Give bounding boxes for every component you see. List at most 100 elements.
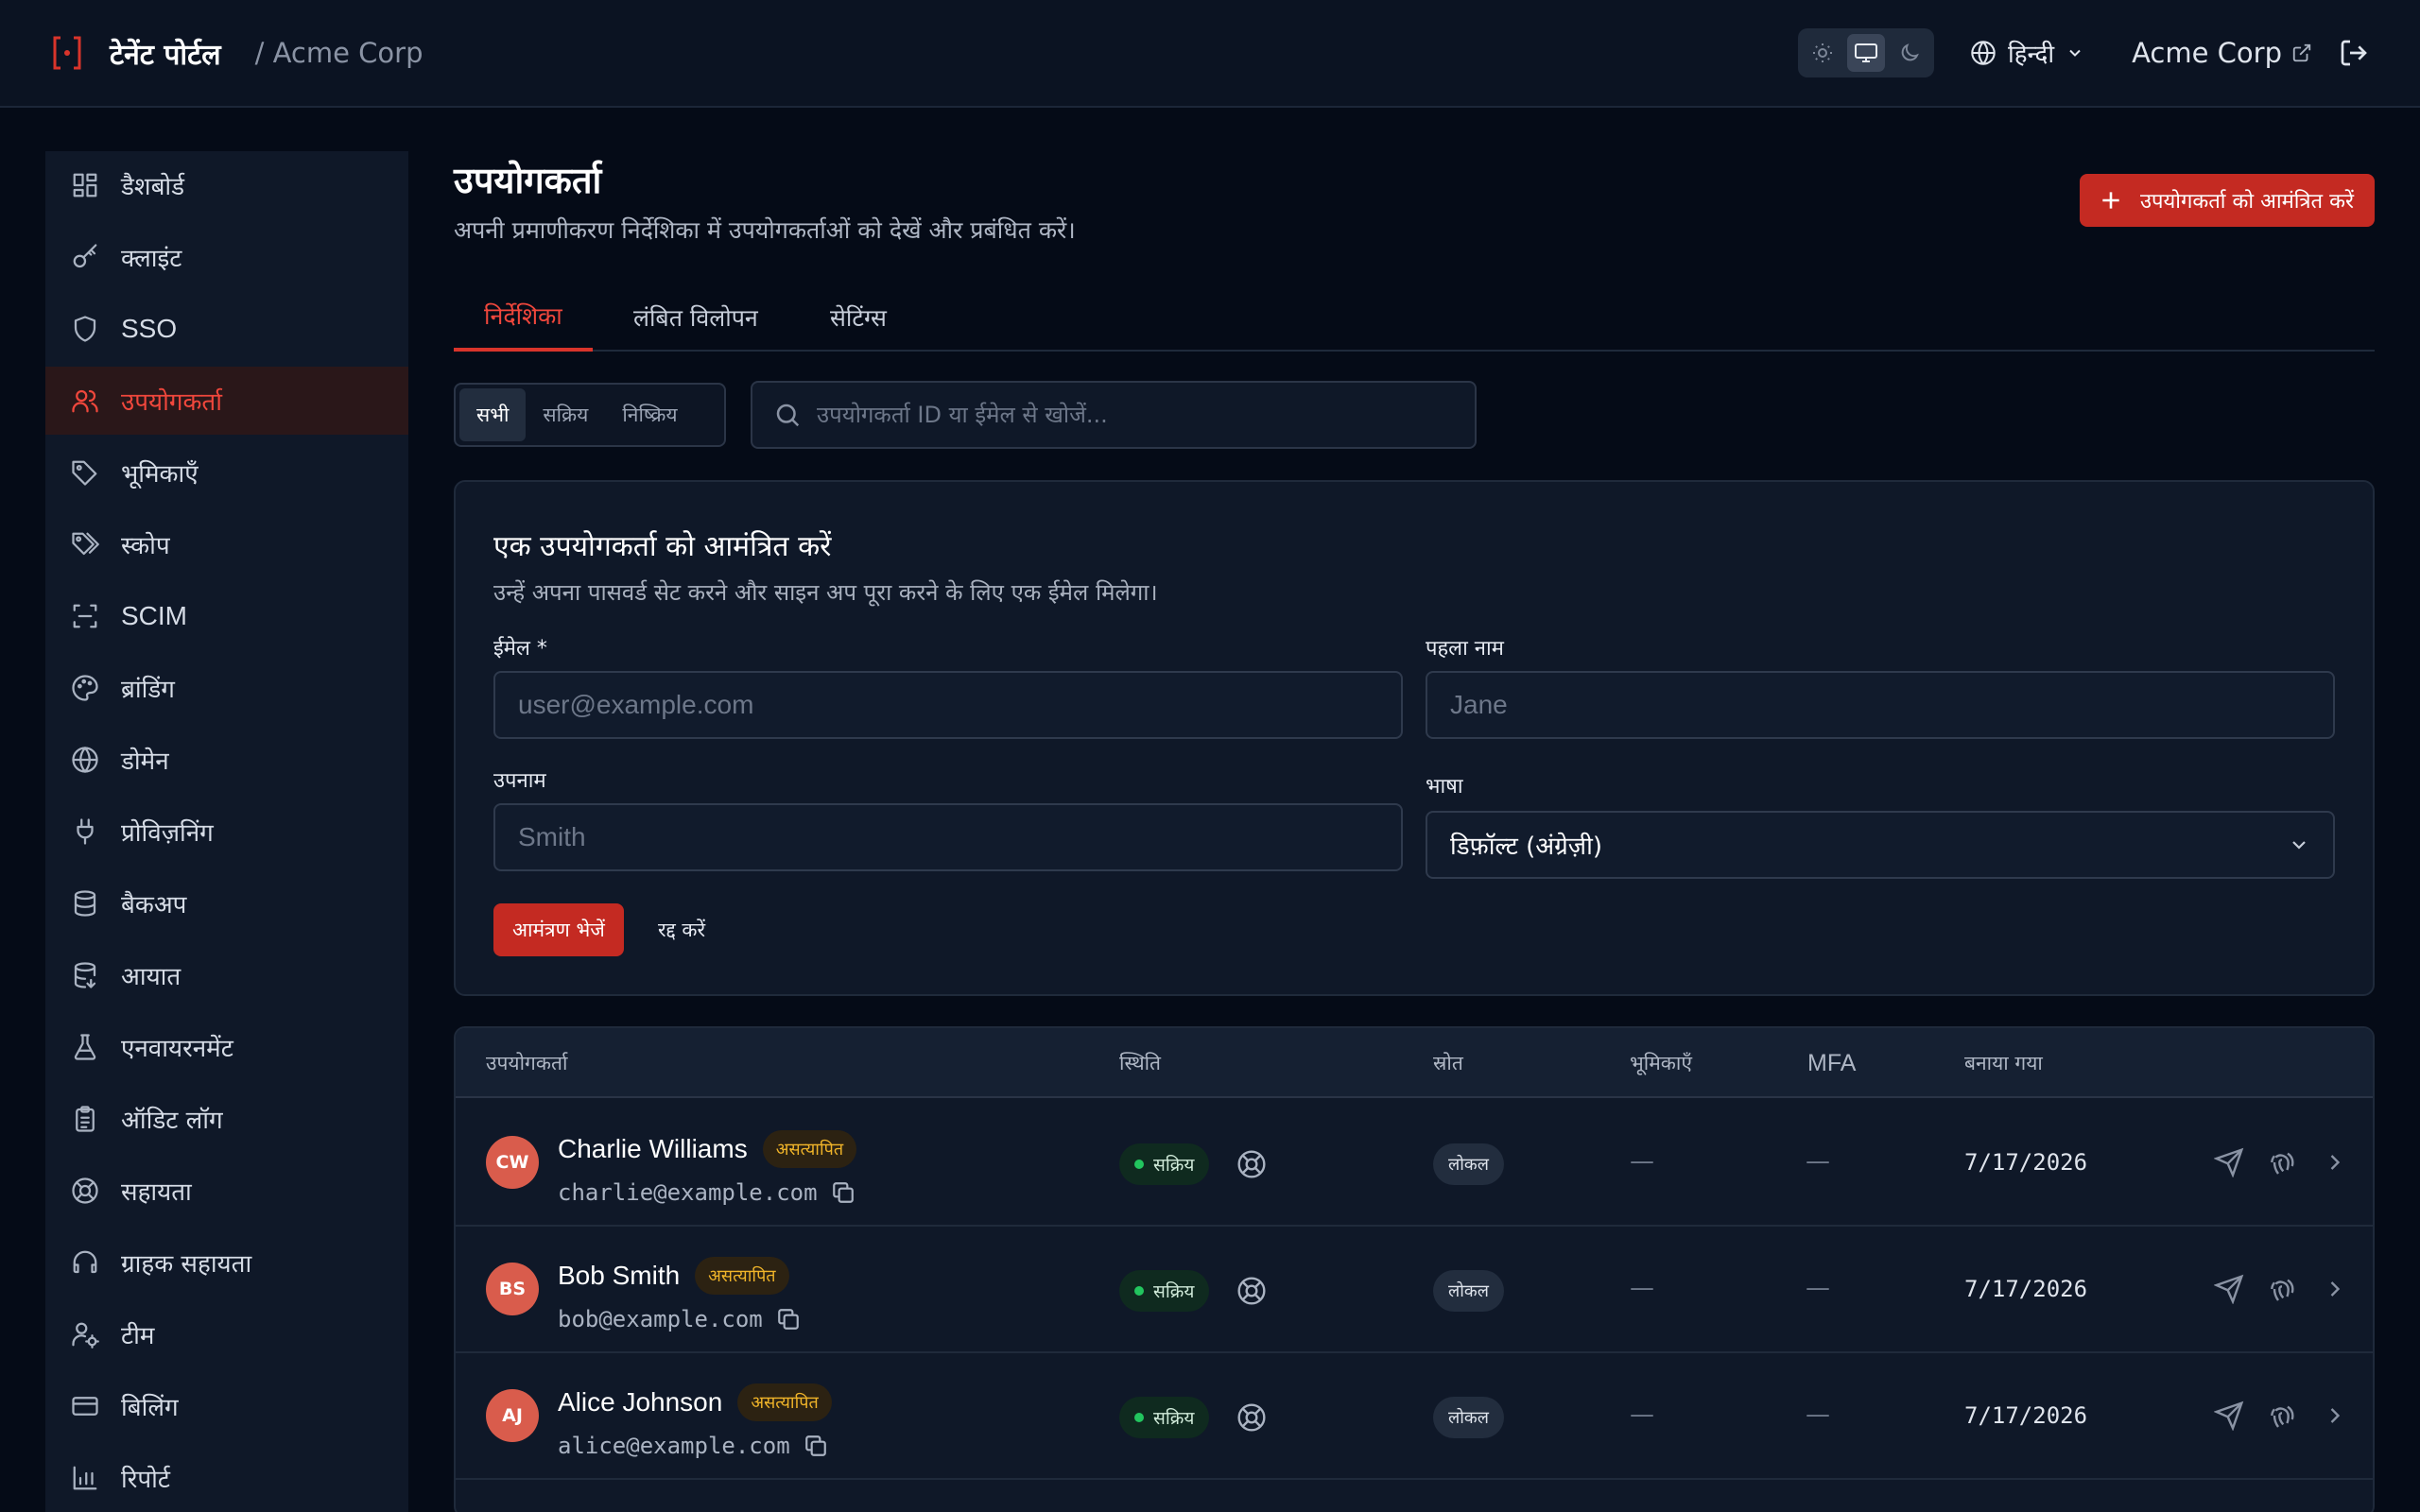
- send-icon[interactable]: [2214, 1147, 2244, 1177]
- search-input[interactable]: [817, 402, 1460, 428]
- sidebar-item-label: ऑडिट लॉग: [121, 1107, 223, 1135]
- sidebar-item[interactable]: आयात: [45, 941, 408, 1009]
- lifebuoy-icon[interactable]: [1236, 1276, 1267, 1306]
- sidebar-item-label: स्कोप: [121, 532, 170, 560]
- filter-all[interactable]: सभी: [459, 388, 527, 441]
- sidebar-item-label: भूमिकाएँ: [121, 460, 199, 489]
- sidebar-item[interactable]: बैकअप: [45, 869, 408, 937]
- column-header-mfa: MFA: [1807, 1049, 1857, 1076]
- fingerprint-icon[interactable]: [2267, 1400, 2297, 1431]
- column-header-created: बनाया गया: [1964, 1052, 2043, 1074]
- language-field-label: भाषा: [1426, 775, 1463, 799]
- main-content: उपयोगकर्ता अपनी प्रमाणीकरण निर्देशिका मे…: [454, 151, 2375, 1512]
- language-selector[interactable]: हिन्दी: [1970, 36, 2084, 70]
- chevron-right-icon[interactable]: [2322, 1274, 2348, 1304]
- send-invite-button[interactable]: आमंत्रण भेजें: [493, 903, 624, 956]
- monitor-icon[interactable]: [1846, 34, 1885, 72]
- email-field-wrapper: [493, 671, 1403, 739]
- page-subtitle: अपनी प्रमाणीकरण निर्देशिका में उपयोगकर्त…: [454, 216, 1076, 244]
- sidebar-item[interactable]: स्कोप: [45, 510, 408, 578]
- last-name-label: उपनाम: [493, 769, 546, 793]
- user-name[interactable]: Alice Johnson: [558, 1387, 722, 1418]
- filter-active[interactable]: सक्रिय: [526, 388, 605, 441]
- filter-inactive[interactable]: निष्क्रिय: [605, 388, 694, 441]
- sidebar-item[interactable]: टीम: [45, 1300, 408, 1368]
- sidebar-item[interactable]: डोमेन: [45, 726, 408, 794]
- fingerprint-icon[interactable]: [2267, 1147, 2297, 1177]
- user-name[interactable]: Charlie Williams: [558, 1134, 748, 1164]
- database-icon: [70, 888, 100, 919]
- user-name-cell: Alice Johnson असत्यापित: [558, 1383, 832, 1421]
- send-icon[interactable]: [2214, 1400, 2244, 1431]
- sidebar-item[interactable]: प्रोविज़निंग: [45, 798, 408, 866]
- user-cog-icon: [70, 1319, 100, 1349]
- sidebar-item-label: SCIM: [121, 601, 187, 630]
- sidebar-item[interactable]: भूमिकाएँ: [45, 438, 408, 507]
- copy-icon[interactable]: [804, 1434, 828, 1458]
- sidebar-item-label: आयात: [121, 963, 182, 991]
- language-select[interactable]: डिफ़ॉल्ट (अंग्रेज़ी): [1426, 811, 2335, 879]
- sidebar-item[interactable]: ग्राहक सहायता: [45, 1228, 408, 1297]
- tag-icon: [70, 457, 100, 488]
- user-email-cell: charlie@example.com: [558, 1179, 856, 1206]
- sun-icon[interactable]: [1804, 34, 1841, 72]
- last-name-field[interactable]: [518, 822, 1378, 852]
- email-label: ईमेल *: [493, 637, 547, 661]
- lifebuoy-icon[interactable]: [1236, 1149, 1267, 1179]
- sidebar-item-label: बैकअप: [121, 891, 187, 919]
- sidebar-item[interactable]: उपयोगकर्ता: [45, 367, 408, 435]
- cancel-button[interactable]: रद्द करें: [658, 903, 705, 956]
- language-select-value: डिफ़ॉल्ट (अंग्रेज़ी): [1450, 833, 1602, 861]
- chevron-right-icon[interactable]: [2322, 1400, 2348, 1431]
- column-header-user: उपयोगकर्ता: [486, 1052, 568, 1074]
- sidebar: डैशबोर्ड क्लाइंट SSO उपयोगकर्ता भूमिकाएँ स्को…: [45, 151, 408, 1512]
- lifebuoy-icon[interactable]: [1236, 1402, 1267, 1433]
- globe-icon: [1970, 40, 1996, 66]
- users-table: उपयोगकर्ता स्थिति स्रोत भूमिकाएँ MFA बना…: [454, 1026, 2375, 1512]
- sidebar-item[interactable]: सहायता: [45, 1157, 408, 1225]
- sidebar-item[interactable]: SCIM: [45, 582, 408, 650]
- created-date: 7/17/2026: [1964, 1402, 2088, 1429]
- sidebar-item[interactable]: डैशबोर्ड: [45, 151, 408, 219]
- org-breadcrumb[interactable]: / Acme Corp: [255, 37, 424, 69]
- tags-icon: [70, 529, 100, 559]
- column-header-roles: भूमिकाएँ: [1630, 1052, 1692, 1074]
- page-title: उपयोगकर्ता: [454, 160, 602, 201]
- status-pill: सक्रिय: [1119, 1143, 1210, 1185]
- sidebar-item[interactable]: क्लाइंट: [45, 223, 408, 291]
- search-icon: [773, 401, 802, 429]
- fingerprint-icon[interactable]: [2267, 1274, 2297, 1304]
- invite-user-button[interactable]: उपयोगकर्ता को आमंत्रित करें: [2079, 174, 2375, 227]
- tab-directory[interactable]: निर्देशिका: [454, 284, 593, 352]
- external-link-icon: [2291, 43, 2312, 63]
- chevron-right-icon[interactable]: [2322, 1147, 2348, 1177]
- first-name-field-wrapper: [1426, 671, 2335, 739]
- sidebar-item[interactable]: बिलिंग: [45, 1372, 408, 1440]
- status-label: सक्रिय: [1153, 1281, 1195, 1302]
- moon-icon[interactable]: [1891, 34, 1928, 72]
- theme-switcher: [1797, 28, 1934, 77]
- table-row[interactable]: CW Charlie Williams असत्यापित charlie@examp…: [456, 1100, 2373, 1227]
- tab-settings[interactable]: सेटिंग्स: [830, 284, 887, 352]
- org-link[interactable]: Acme Corp: [2132, 37, 2312, 69]
- avatar: BS: [486, 1263, 539, 1315]
- sidebar-item[interactable]: एनवायरनमेंट: [45, 1013, 408, 1081]
- invite-card-subtitle: उन्हें अपना पासवर्ड सेट करने और साइन अप …: [493, 579, 1158, 606]
- send-icon[interactable]: [2214, 1274, 2244, 1304]
- copy-icon[interactable]: [831, 1180, 856, 1205]
- sidebar-item[interactable]: ऑडिट लॉग: [45, 1085, 408, 1153]
- sidebar-item[interactable]: रिपोर्ट: [45, 1444, 408, 1512]
- table-row[interactable]: BS Bob Smith असत्यापित bob@example.com सक्रि…: [456, 1227, 2373, 1353]
- dashboard-icon: [70, 170, 100, 200]
- status-badge: असत्यापित: [737, 1383, 832, 1421]
- tab-pending-deletion[interactable]: लंबित विलोपन: [633, 284, 758, 352]
- sidebar-item[interactable]: SSO: [45, 295, 408, 363]
- logout-icon[interactable]: [2339, 38, 2369, 68]
- first-name-field[interactable]: [1450, 690, 2310, 720]
- email-field[interactable]: [518, 690, 1378, 720]
- copy-icon[interactable]: [776, 1307, 801, 1332]
- user-name[interactable]: Bob Smith: [558, 1261, 680, 1291]
- sidebar-item[interactable]: ब्रांडिंग: [45, 654, 408, 722]
- table-row[interactable]: AJ Alice Johnson असत्यापित alice@example.co…: [456, 1353, 2373, 1480]
- sidebar-item-label: SSO: [121, 314, 178, 343]
